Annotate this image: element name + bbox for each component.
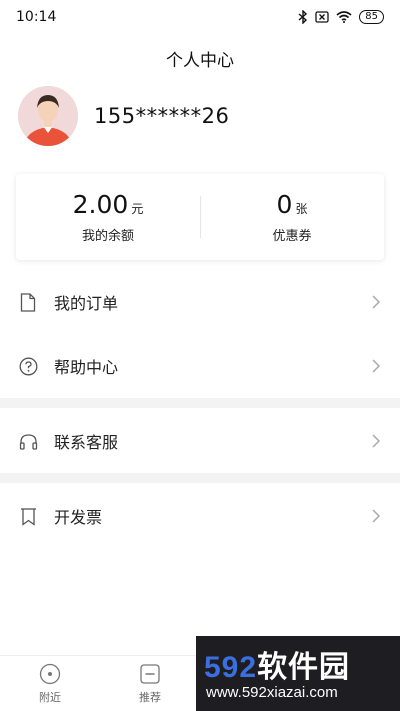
watermark-url: www.592xiazai.com <box>206 684 338 701</box>
nearby-icon <box>39 663 61 684</box>
chevron-right-icon <box>372 434 381 448</box>
chevron-right-icon <box>372 359 381 373</box>
tab-nearby[interactable]: 附近 <box>0 656 100 711</box>
help-circle-icon <box>18 356 38 376</box>
watermark-overlay: 592软件园 www.592xiazai.com <box>196 636 400 711</box>
avatar[interactable] <box>18 86 78 146</box>
wifi-icon <box>336 11 352 23</box>
tab-label: 推荐 <box>139 690 161 704</box>
section-divider <box>0 398 400 408</box>
status-time: 10:14 <box>16 9 57 25</box>
bookmark-icon <box>18 506 38 526</box>
coupon-label: 优惠券 <box>272 229 312 244</box>
account-stats-card: 2.00 元 我的余额 0张 优惠券 <box>16 174 384 260</box>
stats-divider <box>200 196 201 238</box>
menu-item-label: 联系客服 <box>54 433 119 452</box>
menu-item-invoice[interactable]: 开发票 <box>0 486 400 546</box>
menu-item-label: 帮助中心 <box>54 358 119 377</box>
document-icon <box>18 292 38 312</box>
balance-stat[interactable]: 2.00 元 我的余额 <box>16 174 200 260</box>
bluetooth-icon <box>298 10 308 24</box>
tab-recommend[interactable]: 推荐 <box>100 656 200 711</box>
avatar-illustration <box>18 86 78 146</box>
recommend-icon <box>140 663 160 684</box>
battery-indicator: 85 <box>359 10 384 24</box>
menu-item-orders[interactable]: 我的订单 <box>0 272 400 332</box>
menu-item-label: 开发票 <box>54 508 103 527</box>
sim-icon <box>315 11 329 23</box>
page-title: 个人中心 <box>166 51 234 71</box>
coupon-value: 0 <box>276 190 293 219</box>
menu-item-help[interactable]: 帮助中心 <box>0 336 400 396</box>
menu-item-customer-service[interactable]: 联系客服 <box>0 411 400 471</box>
watermark-brand: 592软件园 <box>204 642 350 686</box>
balance-unit: 元 <box>131 202 144 216</box>
coupon-unit: 张 <box>295 202 308 216</box>
tab-label: 附近 <box>39 690 61 704</box>
balance-value: 2.00 <box>72 190 129 219</box>
headphones-icon <box>18 431 38 451</box>
user-phone: 155******26 <box>94 104 230 128</box>
section-divider <box>0 473 400 483</box>
watermark-brand-text: 软件园 <box>257 651 351 684</box>
chevron-right-icon <box>372 509 381 523</box>
balance-label: 我的余额 <box>81 229 134 244</box>
status-bar: 10:14 85 <box>0 0 400 34</box>
menu-item-label: 我的订单 <box>54 294 119 313</box>
watermark-number: 592 <box>204 651 258 684</box>
profile-header[interactable]: 155******26 <box>18 86 229 146</box>
chevron-right-icon <box>372 295 381 309</box>
coupon-stat[interactable]: 0张 优惠券 <box>200 174 384 260</box>
